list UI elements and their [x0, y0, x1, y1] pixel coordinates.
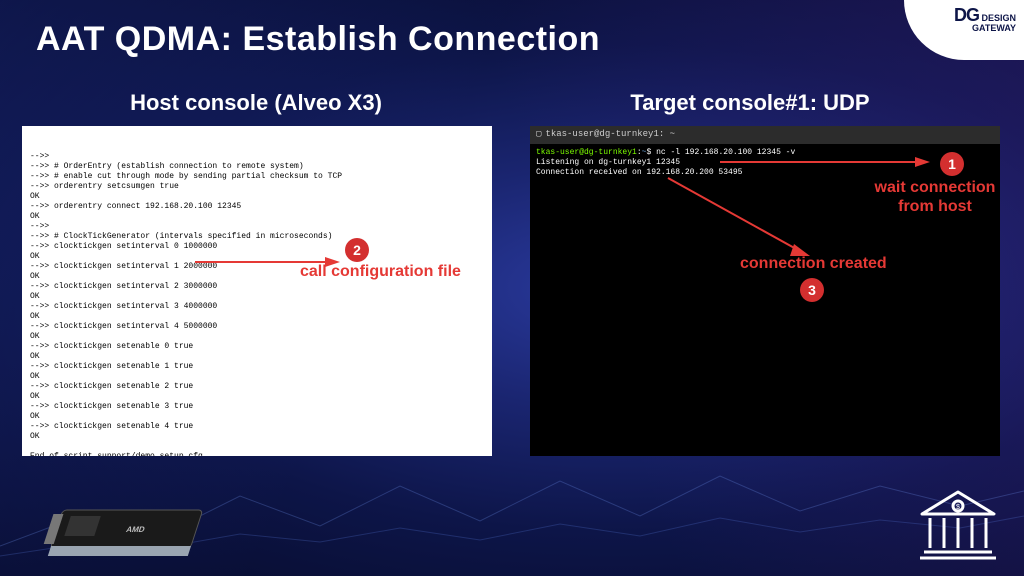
- brand-logo: DG DESIGN GATEWAY: [904, 0, 1024, 60]
- svg-text:$: $: [956, 504, 960, 511]
- prompt-user: tkas-user@dg-turnkey1: [536, 148, 637, 157]
- target-subtitle: Target console#1: UDP: [530, 90, 970, 116]
- callout-label-wait: wait connection from host: [870, 178, 1000, 216]
- callout-label-conn: connection created: [740, 254, 887, 273]
- callout-badge-3: 3: [800, 278, 824, 302]
- target-console: ▢ tkas-user@dg-turnkey1: ~ tkas-user@dg-…: [530, 126, 1000, 456]
- host-subtitle: Host console (Alveo X3): [36, 90, 476, 116]
- alveo-card-illustration: AMD: [40, 500, 210, 566]
- target-out2: Connection received on 192.168.20.200 53…: [536, 168, 742, 177]
- host-console-output: -->> -->> # OrderEntry (establish connec…: [30, 152, 484, 456]
- target-window-titlebar: ▢ tkas-user@dg-turnkey1: ~: [530, 126, 1000, 144]
- host-console: -->> -->> # OrderEntry (establish connec…: [22, 126, 492, 456]
- svg-text:AMD: AMD: [125, 525, 146, 534]
- callout-badge-2: 2: [345, 238, 369, 262]
- callout-label-config: call configuration file: [300, 262, 461, 281]
- logo-line1: DESIGN: [981, 13, 1016, 23]
- target-out1: Listening on dg-turnkey1 12345: [536, 158, 680, 167]
- target-window-title: tkas-user@dg-turnkey1: ~: [545, 129, 675, 140]
- bank-icon: $: [916, 488, 1000, 566]
- target-command: nc -l 192.168.20.100 12345 -v: [656, 148, 795, 157]
- terminal-icon: ▢: [536, 129, 541, 140]
- logo-prefix: DG: [954, 5, 979, 25]
- callout-badge-1: 1: [940, 152, 964, 176]
- logo-line2: GATEWAY: [972, 23, 1016, 33]
- prompt-path: ~: [642, 148, 647, 157]
- page-title: AAT QDMA: Establish Connection: [36, 20, 600, 59]
